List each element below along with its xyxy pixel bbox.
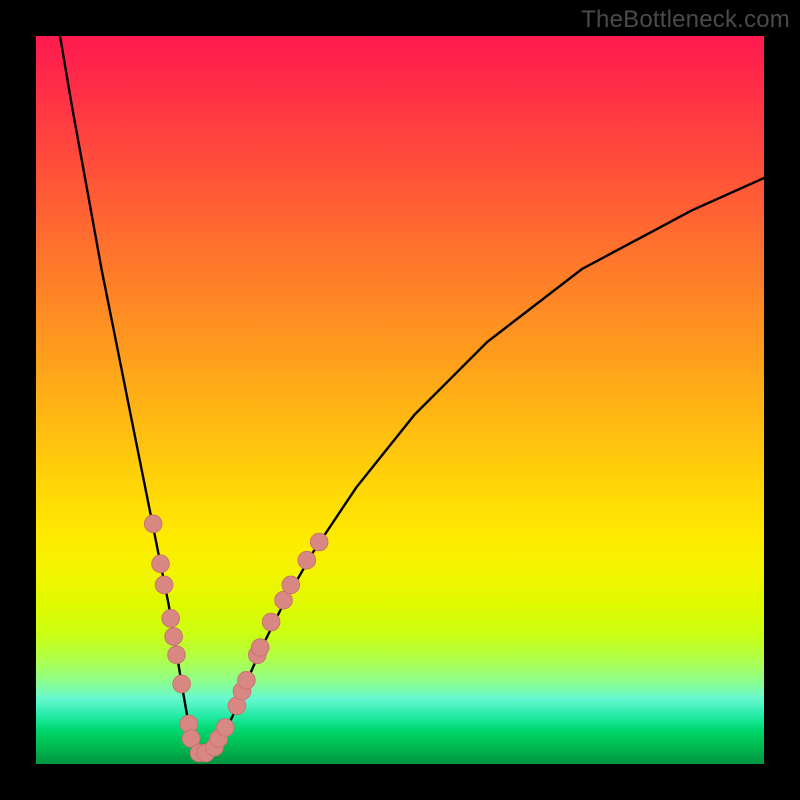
data-marker <box>282 576 300 594</box>
data-marker <box>251 639 269 657</box>
chart-svg <box>36 36 764 764</box>
data-marker <box>298 551 316 569</box>
data-marker <box>155 576 173 594</box>
marker-group <box>144 515 328 762</box>
data-marker <box>144 515 162 533</box>
data-marker <box>162 610 180 628</box>
data-marker <box>238 672 256 690</box>
data-marker <box>217 719 235 737</box>
chart-frame: TheBottleneck.com <box>0 0 800 800</box>
data-marker <box>168 646 186 664</box>
data-marker <box>310 533 328 551</box>
data-marker <box>173 675 191 693</box>
watermark-text: TheBottleneck.com <box>581 6 790 34</box>
data-marker <box>262 613 280 631</box>
data-marker <box>152 555 170 573</box>
bottleneck-curve <box>60 36 764 755</box>
plot-area <box>36 36 764 764</box>
data-marker <box>165 628 183 646</box>
